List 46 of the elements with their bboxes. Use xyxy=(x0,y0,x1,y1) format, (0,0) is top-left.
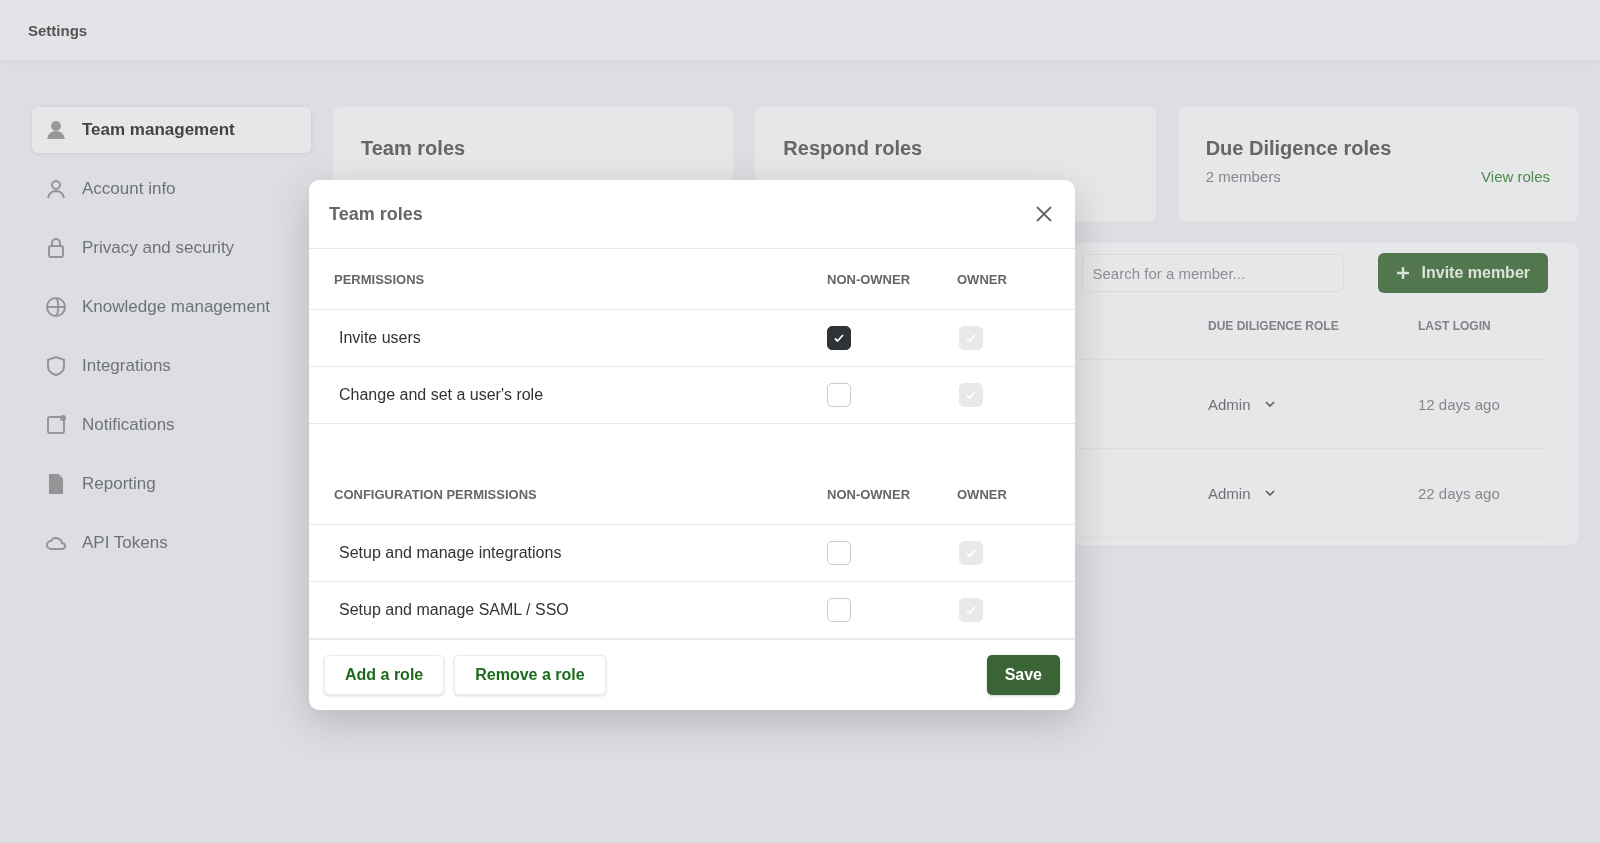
table-cell: Admin xyxy=(1208,395,1251,413)
permission-label: Change and set a user's role xyxy=(338,386,545,404)
square-icon xyxy=(44,413,68,437)
member-count: 2 members xyxy=(1205,168,1281,185)
close-icon[interactable] xyxy=(1035,205,1053,223)
card-title: Due Diligence roles xyxy=(1205,137,1393,160)
view-roles-link[interactable]: View roles xyxy=(1481,168,1550,185)
search-field[interactable]: Search for a member... xyxy=(1081,254,1344,292)
permission-label: Setup and manage integrations xyxy=(338,544,563,562)
sidebar-item[interactable]: Privacy and security xyxy=(32,225,311,271)
sidebar-item[interactable]: API Tokens xyxy=(32,520,311,566)
people-icon xyxy=(44,118,68,142)
checkbox[interactable] xyxy=(827,326,851,350)
page-title: Settings xyxy=(28,21,88,39)
card-title: Respond roles xyxy=(783,137,924,160)
sidebar-item[interactable]: Knowledge management xyxy=(32,284,311,330)
column-header: DUE DILIGENCE ROLE xyxy=(1208,319,1340,333)
card-title: Team roles xyxy=(361,137,467,160)
permission-label: Invite users xyxy=(338,329,422,347)
person-icon xyxy=(44,177,68,201)
globe-icon xyxy=(44,295,68,319)
section-heading: CONFIGURATION PERMISSIONS xyxy=(334,486,538,502)
sidebar-item[interactable]: Integrations xyxy=(32,343,311,389)
section-heading: PERMISSIONS xyxy=(334,271,426,287)
shield-icon xyxy=(44,354,68,378)
invite-button[interactable]: Invite member xyxy=(1377,253,1548,293)
column-header: NON-OWNER xyxy=(827,271,912,287)
plus-icon xyxy=(1395,266,1410,280)
table-cell: Admin xyxy=(1208,484,1251,502)
save-button[interactable]: Save xyxy=(986,655,1060,695)
column-header: OWNER xyxy=(957,486,1008,502)
caret-icon[interactable] xyxy=(1264,401,1275,407)
column-header: NON-OWNER xyxy=(827,486,912,502)
sidebar-item[interactable]: Team management xyxy=(32,107,311,153)
permission-label: Setup and manage SAML / SSO xyxy=(338,601,570,619)
column-header: OWNER xyxy=(957,271,1008,287)
secondary-button[interactable]: Add a role xyxy=(324,655,445,695)
column-header: LAST LOGIN xyxy=(1418,319,1492,333)
sidebar-item[interactable]: Reporting xyxy=(32,461,311,507)
sidebar-item[interactable]: Account info xyxy=(32,166,311,212)
sidebar-item[interactable]: Notifications xyxy=(32,402,311,448)
caret-icon[interactable] xyxy=(1264,490,1275,496)
dialog-title: Team roles xyxy=(329,203,423,225)
table-cell: 12 days ago xyxy=(1418,395,1500,413)
table-cell: 22 days ago xyxy=(1418,484,1500,502)
secondary-button[interactable]: Remove a role xyxy=(454,655,606,695)
